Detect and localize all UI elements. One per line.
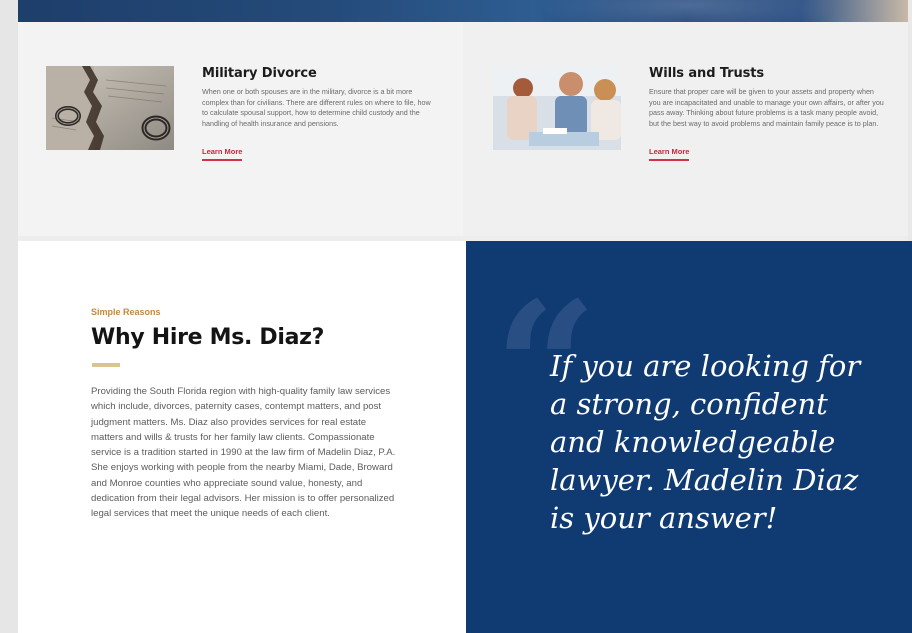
title-accent-bar (92, 363, 120, 367)
learn-more-link-wills-and-trusts[interactable]: Learn More (649, 147, 690, 162)
service-card-military-divorce: Military Divorce When one or both spouse… (18, 22, 463, 236)
service-card-wills-and-trusts: Wills and Trusts Ensure that proper care… (463, 22, 908, 236)
testimonial-quote-section: “ If you are looking for a strong, confi… (466, 241, 912, 633)
military-divorce-image (46, 66, 174, 150)
service-description: When one or both spouses are in the mili… (202, 87, 431, 128)
quote-text: If you are looking for a strong, confide… (550, 349, 861, 535)
learn-more-link-military-divorce[interactable]: Learn More (202, 147, 243, 162)
hero-banner-highlight (538, 0, 838, 22)
service-title: Military Divorce (202, 66, 317, 81)
page-left-margin (0, 0, 18, 633)
section-title: Why Hire Ms. Diaz? (91, 325, 325, 350)
section-body-text: Providing the South Florida region with … (91, 386, 396, 520)
section-eyebrow: Simple Reasons (91, 307, 161, 317)
military-divorce-content: Military Divorce When one or both spouse… (202, 66, 438, 162)
services-section: Military Divorce When one or both spouse… (18, 22, 908, 236)
why-hire-section: Simple Reasons Why Hire Ms. Diaz? Provid… (18, 241, 466, 633)
service-title: Wills and Trusts (649, 66, 765, 81)
hero-banner-image (18, 0, 908, 22)
wills-and-trusts-content: Wills and Trusts Ensure that proper care… (649, 66, 885, 162)
wills-and-trusts-image (493, 66, 621, 150)
service-description: Ensure that proper care will be given to… (649, 87, 884, 128)
